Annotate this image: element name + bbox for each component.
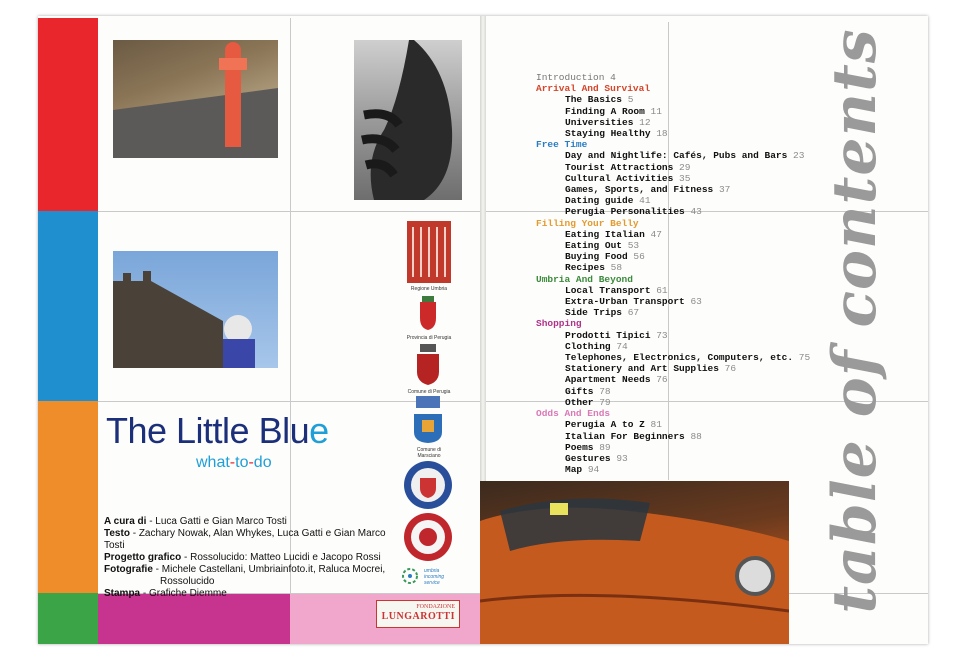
toc-entry: Map 94 [565, 464, 600, 476]
comune-marsciano-crest-icon [412, 412, 444, 444]
toc-vertical-title: table of contents [820, 28, 890, 614]
toc-entry: Other 79 [565, 396, 611, 408]
toc-section-title: Filling Your Belly [536, 217, 639, 229]
university-seal-icon [403, 460, 453, 510]
toc-entry: Clothing 74 [565, 340, 628, 352]
stranieri-university-seal-icon [403, 512, 453, 562]
toc-entry: Poems 89 [565, 441, 611, 453]
toc-entry: Dating guide 41 [565, 195, 651, 207]
toc-entry: Stationery and Art Supplies 76 [565, 363, 737, 375]
toc-entry: Gifts 78 [565, 385, 611, 397]
toc-section-title: Umbria And Beyond [536, 273, 633, 285]
umbria-service-label-3: service [424, 580, 440, 586]
toc-section-title: Arrival And Survival [536, 83, 651, 95]
credit-line: Progetto grafico - Rossolucido: Matteo L… [104, 552, 381, 563]
photo-orange-car [480, 481, 789, 644]
color-strip-red [38, 18, 98, 211]
toc-entry: Gestures 93 [565, 452, 628, 464]
toc-entry: Staying Healthy 18 [565, 128, 668, 140]
provincia-label: Provincia di Perugia [406, 335, 452, 341]
toc-entry: Day and Nightlife: Cafés, Pubs and Bars … [565, 150, 805, 162]
toc-entry: Tourist Attractions 29 [565, 161, 691, 173]
regione-umbria-label: Regione Umbria [410, 286, 448, 292]
toc-entry: Recipes 58 [565, 262, 623, 274]
toc-section-title: Free Time [536, 139, 588, 151]
color-strip-orange [38, 401, 98, 593]
bottom-band-magenta [98, 593, 290, 644]
toc-entry: Finding A Room 11 [565, 105, 662, 117]
toc-entry: Local Transport 61 [565, 284, 668, 296]
comune-marsciano-label-2: Marsciano [417, 453, 441, 459]
credit-line: A cura di - Luca Gatti e Gian Marco Tost… [104, 516, 287, 527]
color-strip-green [38, 593, 98, 644]
comune-perugia-crest-icon [414, 344, 442, 386]
toc-entry: Extra-Urban Transport 63 [565, 296, 702, 308]
credit-line: Testo - Zachary Nowak, Alan Whykes, Luca… [104, 528, 386, 551]
toc-entry: Telephones, Electronics, Computers, etc.… [565, 352, 811, 364]
toc-entry: Games, Sports, and Fitness 37 [565, 184, 731, 196]
regione-umbria-logo [407, 221, 451, 283]
book-title: The Little Blue [106, 410, 329, 451]
credits-block: A cura di - Luca Gatti e Gian Marco Tost… [104, 516, 404, 600]
toc-entry: Perugia Personalities 43 [565, 206, 702, 218]
grid-line [290, 18, 291, 593]
color-strip-blue [38, 211, 98, 401]
toc-entry: Eating Out 53 [565, 240, 640, 252]
toc-entry: Buying Food 56 [565, 251, 645, 263]
toc-entry: Universities 12 [565, 116, 651, 128]
credit-line: Rossolucido [160, 576, 215, 587]
table-of-contents: Introduction 4 Arrival And Survival The … [536, 72, 810, 475]
umbria-service-logo-icon [400, 566, 426, 588]
fondazione-lungarotti-logo: FONDAZIONE LUNGAROTTI [376, 600, 460, 628]
photo-hand-statue [354, 40, 462, 200]
toc-entry: Eating Italian 47 [565, 228, 662, 240]
book-subtitle: what-to-do [196, 454, 272, 471]
credit-line: Fotografie - Michele Castellani, Umbriai… [104, 564, 386, 575]
photo-medieval-tower [113, 251, 278, 368]
toc-entry: Side Trips 67 [565, 307, 640, 319]
toc-entry: Apartment Needs 76 [565, 374, 668, 386]
toc-entry: Cultural Activities 35 [565, 172, 691, 184]
toc-entry: Prodotti Tipici 73 [565, 329, 668, 341]
provincia-crest-icon [416, 296, 440, 332]
small-crest-icon [416, 396, 440, 408]
toc-section-title: Shopping [536, 318, 582, 330]
toc-section-title: Odds And Ends [536, 408, 611, 420]
toc-entry: The Basics 5 [565, 94, 634, 106]
comune-perugia-label: Comune di Perugia [407, 389, 451, 395]
toc-entry: Italian For Beginners 88 [565, 430, 702, 442]
photo-fire-hydrant [113, 40, 278, 158]
toc-entry: Perugia A to Z 81 [565, 419, 662, 431]
toc-intro: Introduction 4 [536, 72, 616, 83]
credit-line: Stampa - Grafiche Diemme [104, 588, 227, 599]
